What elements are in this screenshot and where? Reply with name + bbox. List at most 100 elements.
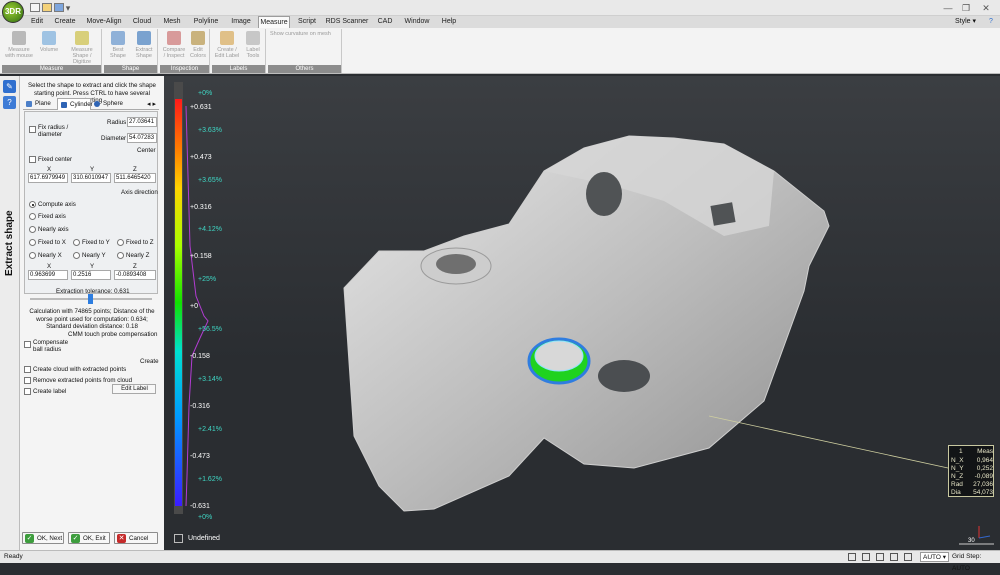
tolerance-slider-thumb[interactable] (88, 294, 93, 304)
nearly-x-radio[interactable] (29, 252, 36, 259)
center-hole (598, 360, 650, 392)
minimize-icon[interactable]: — (940, 2, 956, 14)
nearly-z-radio[interactable] (117, 252, 124, 259)
tab-plane[interactable]: Plane (23, 98, 57, 110)
save-icon[interactable] (54, 3, 64, 12)
axis-y-field[interactable]: 0.2516 (71, 270, 111, 280)
help-icon[interactable]: ? (986, 16, 996, 28)
ok-exit-button[interactable]: ✓ OK, Exit (68, 532, 110, 544)
filter-icon[interactable] (848, 553, 856, 561)
colorbar-percent-2: +3.65% (198, 177, 222, 184)
extract-shape-button[interactable]: Extract Shape (132, 31, 156, 59)
tolerance-slider[interactable] (30, 294, 152, 304)
remove-points-checkbox[interactable] (24, 377, 31, 384)
compensate-checkbox[interactable] (24, 341, 31, 348)
axis-x-field[interactable]: 0.963699 (28, 270, 68, 280)
create-cloud-checkbox[interactable] (24, 366, 31, 373)
tab-sphere[interactable]: Sphere (91, 98, 125, 110)
tab-cylinder[interactable]: Cylinder (57, 98, 93, 110)
fixed-center-checkbox[interactable] (29, 156, 36, 163)
colorbar-percent-9: +0% (198, 514, 213, 521)
close-icon[interactable]: ✕ (978, 2, 994, 14)
fixed-to-y-radio[interactable] (73, 239, 80, 246)
menu-cad[interactable]: CAD (372, 16, 398, 28)
measurement-index: 1 (959, 448, 963, 455)
fixed-axis-label: Fixed axis (38, 213, 66, 220)
new-file-icon[interactable] (30, 3, 40, 12)
ribbon-group-labels: Create / Edit Label Label Tools Labels (212, 29, 266, 73)
snap-icon[interactable] (862, 553, 870, 561)
fix-radius-checkbox[interactable] (29, 126, 36, 133)
center-x-field[interactable]: 617.6979949 (28, 173, 68, 183)
quick-access-dropdown-icon[interactable]: ▾ (64, 2, 72, 14)
undefined-swatch (174, 534, 183, 543)
label-tools-button[interactable]: Label Tools (242, 31, 264, 59)
nearly-axis-radio[interactable] (29, 226, 36, 233)
menu-window[interactable]: Window (400, 16, 434, 28)
menu-cloud[interactable]: Cloud (128, 16, 156, 28)
menu-mesh[interactable]: Mesh (158, 16, 186, 28)
menu-measure[interactable]: Measure (258, 16, 290, 28)
measurement-key: N_X (951, 457, 964, 464)
fixed-to-x-radio[interactable] (29, 239, 36, 246)
edit-colors-button[interactable]: Edit Colors (187, 31, 209, 59)
radius-field[interactable]: 27.03641 (127, 117, 157, 127)
help-panel-icon[interactable]: ? (3, 96, 16, 109)
group-label-others: Others (268, 65, 341, 73)
open-folder-icon[interactable] (42, 3, 52, 12)
volume-button[interactable]: Volume (36, 31, 62, 53)
menu-edit[interactable]: Edit (26, 16, 48, 28)
measure-with-mouse-label: Measure with mouse (5, 47, 33, 59)
auto-dropdown[interactable]: AUTO ▾ (920, 552, 950, 562)
menu-polyline[interactable]: Polyline (188, 16, 224, 28)
cancel-button[interactable]: ✕ Cancel (114, 532, 158, 544)
edit-label-button[interactable]: Edit Label (112, 384, 156, 394)
compute-axis-radio[interactable] (29, 201, 36, 208)
show-curvature-button[interactable]: Show curvature on mesh (270, 31, 340, 37)
menu-help[interactable]: Help (436, 16, 462, 28)
ribbon-group-shape: Best Shape Extract Shape Shape (104, 29, 158, 73)
ok-next-button[interactable]: ✓ OK, Next (22, 532, 64, 544)
menu-create[interactable]: Create (50, 16, 80, 28)
fixed-to-z-radio[interactable] (117, 239, 124, 246)
measurement-label[interactable]: 1 Meas N_X 0,964 N_Y 0,252 N_Z -0,089 Rad 27,… (948, 445, 994, 497)
cylinder-icon (61, 102, 67, 108)
diameter-label: Diameter (101, 135, 127, 142)
square-window (710, 202, 736, 226)
grid-icon[interactable] (890, 553, 898, 561)
axis-z-field[interactable]: -0.0893408 (114, 270, 156, 280)
colorbar-value-0: +0.631 (190, 104, 212, 111)
menu-script[interactable]: Script (292, 16, 322, 28)
volume-icon (42, 31, 56, 45)
ruler-icon (12, 31, 26, 45)
compensate-label: Compensate ball radius (33, 339, 69, 353)
left-boss-hole (436, 254, 476, 274)
create-label-checkbox[interactable] (24, 388, 31, 395)
create-edit-label-button[interactable]: Create / Edit Label (214, 31, 240, 59)
compare-inspect-button[interactable]: Compare / Inspect (162, 31, 186, 59)
measurement-row: Rad 27,036 (951, 481, 993, 488)
3d-viewport[interactable]: +0.631 +0.473 +0.316 +0.158 +0 -0.158 -0… (164, 76, 1000, 550)
menu-rds-scanner[interactable]: RDS Scanner (324, 16, 370, 28)
fixed-center-label: Fixed center (38, 156, 73, 163)
menu-image[interactable]: Image (226, 16, 256, 28)
center-y-field[interactable]: 310.6010947 (71, 173, 111, 183)
axis-icon[interactable] (876, 553, 884, 561)
app-logo[interactable]: 3DR (2, 1, 24, 23)
measure-shape-button[interactable]: Measure Shape / Digitize (64, 31, 100, 65)
cancel-icon: ✕ (117, 534, 126, 543)
measure-with-mouse-button[interactable]: Measure with mouse (4, 31, 34, 59)
center-x-label: X (47, 166, 52, 173)
menu-move-align[interactable]: Move-Align (82, 16, 126, 28)
measurement-key: N_Y (951, 465, 964, 472)
diameter-field[interactable]: 54.07283 (127, 133, 157, 143)
restore-icon[interactable]: ❐ (958, 2, 974, 14)
fixed-axis-radio[interactable] (29, 213, 36, 220)
extract-shape-panel-icon[interactable]: ✎ (3, 80, 16, 93)
tabs-scroll-arrows-icon[interactable]: ◂ ▸ (147, 100, 156, 108)
best-shape-button[interactable]: Best Shape (106, 31, 130, 59)
nearly-y-radio[interactable] (73, 252, 80, 259)
center-z-field[interactable]: 511.6465420 (114, 173, 156, 183)
view-icon[interactable] (904, 553, 912, 561)
style-menu[interactable]: Style ▾ (955, 16, 976, 28)
